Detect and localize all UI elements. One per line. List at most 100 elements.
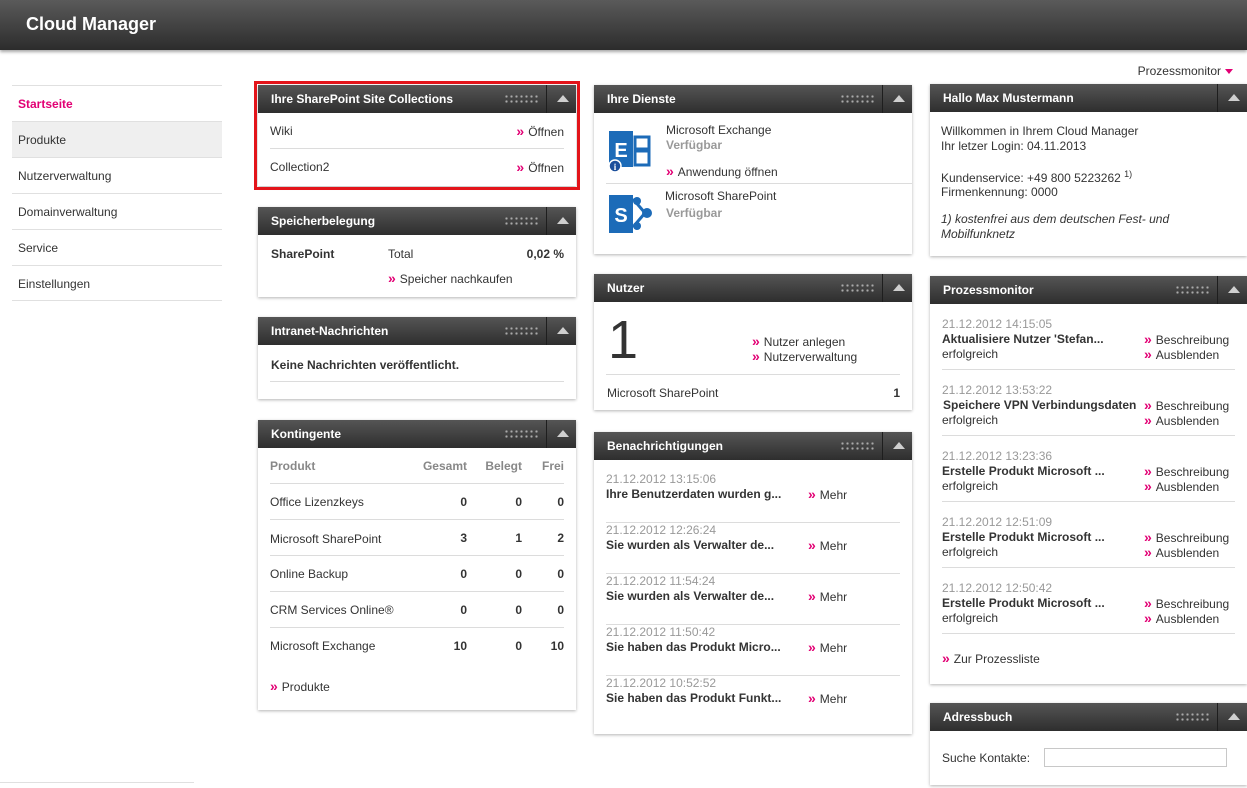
table-header: Produkt Gesamt Belegt Frei — [270, 448, 564, 484]
drag-handle-icon[interactable] — [1175, 285, 1209, 295]
collapse-arrow-icon[interactable] — [1217, 84, 1247, 112]
caret-down-icon — [1225, 68, 1233, 74]
drag-handle-icon[interactable] — [840, 94, 874, 104]
nav-item-einstellungen[interactable]: Einstellungen — [12, 265, 222, 301]
process-monitor-dropdown[interactable]: Prozessmonitor — [1138, 64, 1233, 78]
last-login: Ihr letzer Login: 04.11.2013 — [941, 139, 1087, 153]
nav-item-startseite[interactable]: Startseite — [12, 85, 222, 121]
description-link[interactable]: Beschreibung — [1144, 595, 1229, 611]
product-name: CRM Services Online® — [270, 603, 394, 617]
service-status: Verfügbar — [666, 206, 723, 220]
process-list-link[interactable]: Zur Prozessliste — [942, 650, 1040, 666]
list-item: 21.12.2012 13:23:36 Erstelle Produkt Mic… — [942, 449, 1235, 502]
buy-storage-link[interactable]: Speicher nachkaufen — [388, 270, 513, 286]
search-contacts-label: Suche Kontakte: — [942, 751, 1031, 765]
drag-handle-icon[interactable] — [840, 441, 874, 451]
search-contacts-input[interactable] — [1044, 748, 1227, 767]
footnote-marker: 1) — [1124, 169, 1133, 179]
nav-item-domainverwaltung[interactable]: Domainverwaltung — [12, 193, 222, 229]
process-status: erfolgreich — [942, 545, 999, 559]
quota-used: 0 — [515, 567, 522, 581]
divider — [0, 782, 194, 783]
company-id: Firmenkennung: 0000 — [941, 185, 1058, 199]
process-time: 21.12.2012 13:53:22 — [942, 383, 1053, 397]
storage-label: Total — [388, 247, 414, 261]
widget-header: Prozessmonitor — [930, 276, 1247, 304]
user-service-count: 1 — [893, 386, 900, 400]
top-bar: Cloud Manager — [0, 0, 1247, 50]
collapse-arrow-icon[interactable] — [882, 85, 912, 113]
process-status: erfolgreich — [942, 611, 999, 625]
widget-title: Kontingente — [271, 427, 341, 441]
sharepoint-sites-widget: Ihre SharePoint Site Collections Wiki Öf… — [254, 81, 580, 190]
collapse-arrow-icon[interactable] — [1217, 703, 1247, 731]
drag-handle-icon[interactable] — [504, 94, 538, 104]
open-site-link[interactable]: Öffnen — [516, 159, 564, 175]
hide-link[interactable]: Ausblenden — [1144, 544, 1219, 560]
process-status: erfolgreich — [942, 479, 999, 493]
more-link[interactable]: Mehr — [808, 486, 847, 502]
quota-total: 0 — [460, 567, 467, 581]
more-link[interactable]: Mehr — [808, 690, 847, 706]
products-link[interactable]: Produkte — [270, 678, 330, 694]
collapse-arrow-icon[interactable] — [546, 85, 576, 113]
drag-handle-icon[interactable] — [504, 326, 538, 336]
table-row: Microsoft Exchange 10 0 10 — [270, 628, 564, 664]
customer-service-label: Kundenservice: +49 800 5223262 — [941, 171, 1121, 185]
nav-item-nutzerverwaltung[interactable]: Nutzerverwaltung — [12, 157, 222, 193]
divider — [606, 374, 900, 375]
collapse-arrow-icon[interactable] — [546, 207, 576, 235]
more-link[interactable]: Mehr — [808, 537, 847, 553]
process-text: Aktualisiere Nutzer 'Stefan... — [942, 332, 1104, 346]
collapse-arrow-icon[interactable] — [546, 420, 576, 448]
user-service-name: Microsoft SharePoint — [607, 386, 719, 400]
open-application-link[interactable]: Anwendung öffnen — [666, 163, 778, 179]
more-link[interactable]: Mehr — [808, 588, 847, 604]
widget-title: Speicherbelegung — [271, 214, 376, 228]
description-link[interactable]: Beschreibung — [1144, 397, 1229, 413]
column-header: Frei — [541, 459, 564, 473]
drag-handle-icon[interactable] — [504, 216, 538, 226]
hide-link[interactable]: Ausblenden — [1144, 346, 1219, 362]
widget-title: Adressbuch — [943, 710, 1013, 724]
divider — [606, 183, 912, 184]
list-item: 21.12.2012 12:26:24 Sie wurden als Verwa… — [606, 523, 900, 574]
collapse-arrow-icon[interactable] — [882, 432, 912, 460]
notification-time: 21.12.2012 12:26:24 — [606, 523, 717, 537]
create-user-link[interactable]: Nutzer anlegen — [752, 333, 845, 349]
drag-handle-icon[interactable] — [1175, 712, 1209, 722]
table-row: CRM Services Online® 0 0 0 — [270, 592, 564, 628]
service-name: Microsoft Exchange — [666, 123, 772, 137]
list-item: 21.12.2012 14:15:05 Aktualisiere Nutzer … — [942, 317, 1235, 370]
quota-used: 0 — [515, 639, 522, 653]
collapse-arrow-icon[interactable] — [546, 317, 576, 345]
hide-link[interactable]: Ausblenden — [1144, 412, 1219, 428]
widget-header: Ihre Dienste — [594, 85, 912, 113]
description-link[interactable]: Beschreibung — [1144, 331, 1229, 347]
open-site-link[interactable]: Öffnen — [516, 123, 564, 139]
exchange-logo-icon: E i — [608, 131, 651, 173]
hide-link[interactable]: Ausblenden — [1144, 478, 1219, 494]
description-link[interactable]: Beschreibung — [1144, 463, 1229, 479]
widget-header: Ihre SharePoint Site Collections — [258, 85, 576, 113]
quota-free: 10 — [550, 639, 564, 653]
collapse-arrow-icon[interactable] — [882, 274, 912, 302]
notification-time: 21.12.2012 11:54:24 — [606, 574, 716, 588]
quota-total: 3 — [460, 531, 467, 545]
notification-text: Sie wurden als Verwalter de... — [606, 589, 775, 603]
nav-item-service[interactable]: Service — [12, 229, 222, 265]
more-link[interactable]: Mehr — [808, 639, 847, 655]
hide-link[interactable]: Ausblenden — [1144, 610, 1219, 626]
user-management-link[interactable]: Nutzerverwaltung — [752, 348, 857, 364]
widget-title: Intranet-Nachrichten — [271, 324, 389, 338]
collapse-arrow-icon[interactable] — [1217, 276, 1247, 304]
process-time: 21.12.2012 12:50:42 — [942, 581, 1053, 595]
process-monitor-label: Prozessmonitor — [1137, 64, 1221, 78]
drag-handle-icon[interactable] — [504, 429, 538, 439]
intranet-news-widget: Intranet-Nachrichten Keine Nachrichten v… — [258, 317, 576, 399]
description-link[interactable]: Beschreibung — [1144, 529, 1229, 545]
drag-handle-icon[interactable] — [840, 283, 874, 293]
quota-free: 2 — [557, 531, 564, 545]
address-book-widget: Adressbuch Suche Kontakte: — [930, 703, 1247, 785]
nav-item-produkte[interactable]: Produkte — [12, 121, 222, 157]
